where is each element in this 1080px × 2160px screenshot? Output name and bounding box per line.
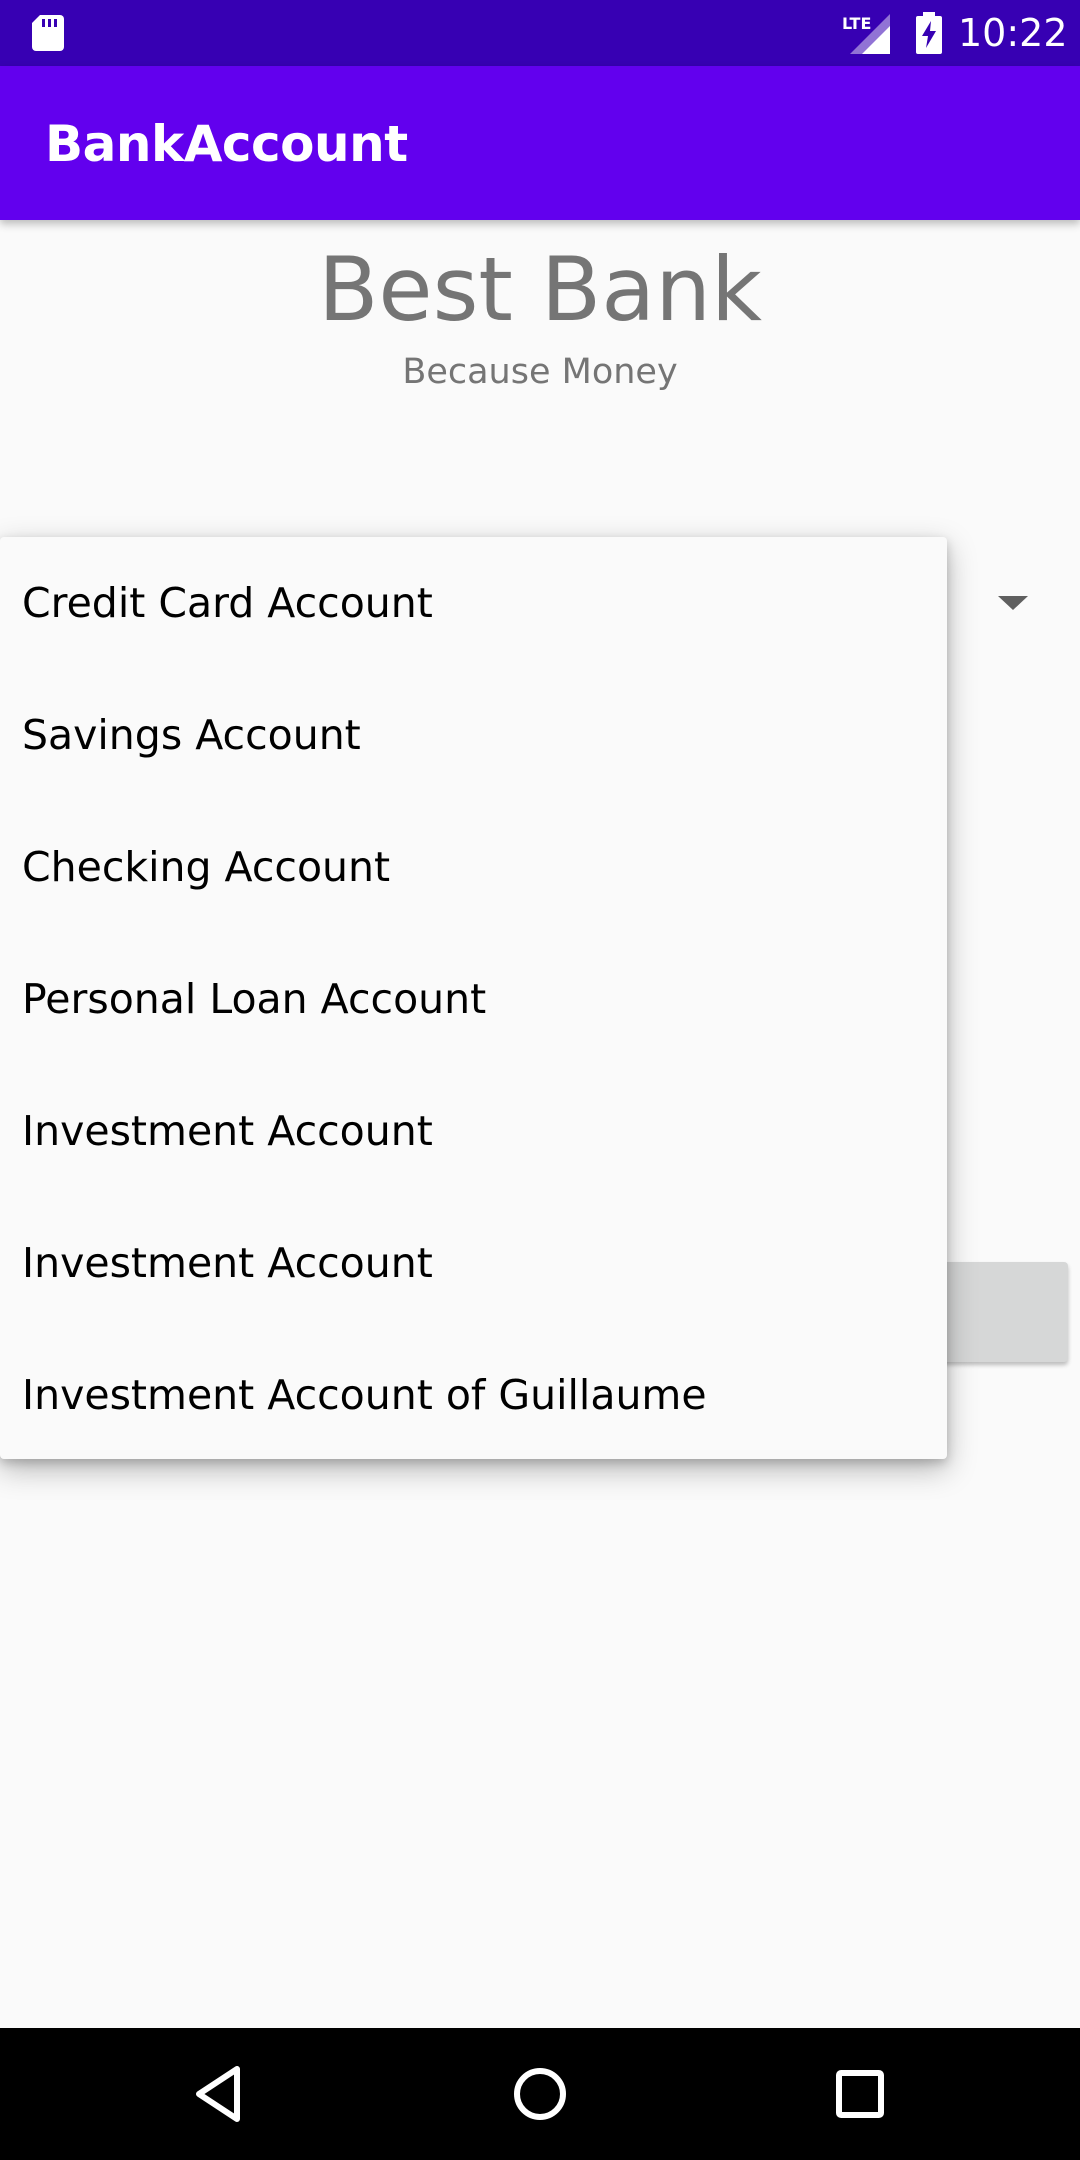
home-icon[interactable] [505, 2059, 575, 2129]
status-time: 10:22 [958, 11, 1068, 55]
dropdown-item-investment-account-2[interactable]: Investment Account [0, 1197, 947, 1329]
dropdown-item-label: Credit Card Account [22, 579, 433, 627]
dropdown-item-savings-account[interactable]: Savings Account [0, 669, 947, 801]
dropdown-item-investment-account-of-guillaume[interactable]: Investment Account of Guillaume [0, 1329, 947, 1461]
dropdown-item-label: Savings Account [22, 711, 361, 759]
dropdown-item-label: Personal Loan Account [22, 975, 487, 1023]
dropdown-item-label: Investment Account of Guillaume [22, 1371, 707, 1419]
dropdown-item-credit-card-account[interactable]: Credit Card Account [0, 537, 947, 669]
svg-text:LTE: LTE [842, 14, 871, 33]
status-bar: LTE 10:22 [0, 0, 1080, 66]
account-dropdown-menu: Credit Card Account Savings Account Chec… [0, 537, 947, 1459]
lte-signal-icon: LTE [842, 14, 890, 54]
dropdown-item-label: Checking Account [22, 843, 391, 891]
dropdown-item-personal-loan-account[interactable]: Personal Loan Account [0, 933, 947, 1065]
back-icon[interactable] [185, 2059, 255, 2129]
recents-icon[interactable] [825, 2059, 895, 2129]
sd-card-icon [32, 15, 64, 51]
dropdown-item-checking-account[interactable]: Checking Account [0, 801, 947, 933]
bank-title: Best Bank [318, 238, 762, 341]
app-bar: BankAccount [0, 66, 1080, 220]
navigation-bar [0, 2028, 1080, 2160]
bank-subtitle: Because Money [402, 352, 678, 392]
app-title: BankAccount [45, 115, 408, 173]
dropdown-item-label: Investment Account [22, 1239, 433, 1287]
battery-charging-icon [916, 12, 942, 54]
dropdown-arrow-icon[interactable] [998, 596, 1028, 610]
dropdown-item-investment-account[interactable]: Investment Account [0, 1065, 947, 1197]
dropdown-item-label: Investment Account [22, 1107, 433, 1155]
